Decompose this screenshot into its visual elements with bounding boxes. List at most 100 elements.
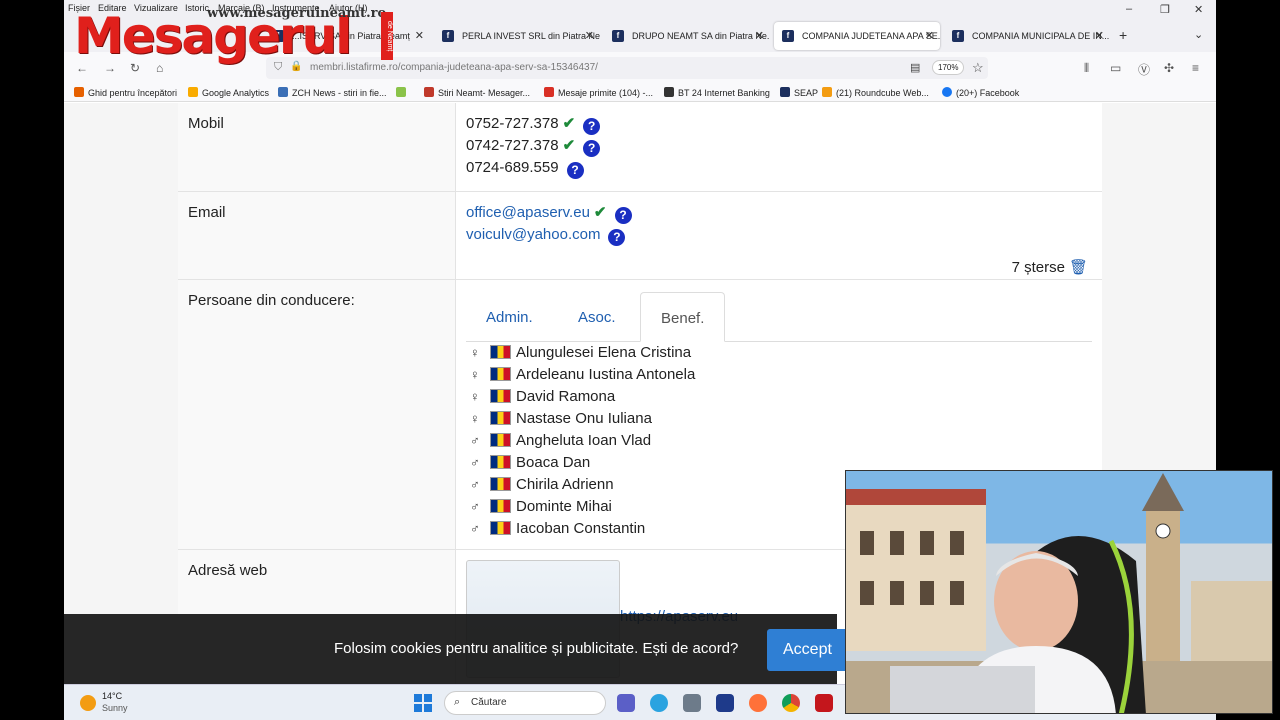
person-name[interactable]: Angheluta Ioan Vlad (516, 432, 651, 449)
bookmark-item[interactable]: Google Analytics (188, 87, 269, 98)
chrome-icon[interactable] (782, 694, 800, 712)
tab-label: COMPANIA MUNICIPALA DE IN... (972, 31, 1110, 41)
cookie-text: Folosim cookies pentru analitice și publ… (334, 640, 739, 657)
site-favicon-icon: f (442, 30, 454, 42)
bookmark-label: Stiri Neamt- Mesager... (438, 88, 531, 98)
romania-flag-icon (490, 345, 511, 359)
url-bar[interactable]: ⛉ 🔒 membri.listafirme.ro/compania-judete… (266, 57, 988, 79)
facebook-icon (942, 87, 952, 97)
hamburger-menu-icon[interactable]: ≡ (1192, 61, 1199, 75)
site-favicon-icon: f (952, 30, 964, 42)
tower-roof (1142, 473, 1184, 511)
help-icon[interactable]: ? (608, 229, 626, 246)
person-name[interactable]: Iacoban Constantin (516, 520, 645, 537)
person-name[interactable]: David Ramona (516, 388, 615, 405)
new-tab-icon[interactable]: + (1119, 27, 1127, 43)
list-item: ♀ Nastase Onu Iuliana (470, 408, 695, 430)
bookmark-item[interactable]: BT 24 Internet Banking (664, 87, 770, 98)
list-item: ♀ Alungulesei Elena Cristina (470, 342, 695, 364)
list-item: ♂ Chirila Adrienn (470, 474, 695, 496)
search-placeholder: Căutare (471, 697, 507, 708)
male-person-icon: ♂ (470, 433, 480, 448)
deleted-emails[interactable]: 7 șterse 🗑 (1012, 258, 1088, 276)
restore-icon[interactable]: ❐ (1160, 3, 1170, 16)
reader-view-icon[interactable]: ▤ (910, 61, 920, 74)
save-app-icon[interactable] (716, 694, 734, 712)
person-name[interactable]: Dominte Mihai (516, 498, 612, 515)
cookie-banner: Folosim cookies pentru analitice și publ… (64, 614, 847, 684)
minimize-icon[interactable]: – (1126, 3, 1132, 15)
phone-number[interactable]: 0724-689.559 (466, 159, 559, 176)
close-window-icon[interactable]: ✕ (1194, 3, 1203, 16)
email-link[interactable]: office@apaserv.eu (466, 204, 590, 221)
bookmark-item[interactable]: (20+) Facebook (942, 87, 1019, 98)
accept-cookies-button[interactable]: Accept (767, 629, 847, 671)
tab-4-active[interactable]: f COMPANIA JUDETEANA APA SE... ✕ (774, 22, 940, 50)
library-icon[interactable]: ⫴ (1084, 61, 1089, 76)
news-icon (278, 87, 288, 97)
mobile-values: 0752-727.378 ✔? 0742-727.378 ✔? 0724-689.5… (456, 103, 1102, 191)
list-item: ♀ Ardeleanu Iustina Antonela (470, 364, 695, 386)
tab-label: PERLA INVEST SRL din Piatra Ne... (462, 31, 600, 41)
help-icon[interactable]: ? (583, 118, 601, 135)
close-tab-icon[interactable]: ✕ (415, 29, 424, 42)
bookmark-item[interactable]: (21) Roundcube Web... (822, 87, 929, 98)
teams-icon[interactable] (617, 694, 635, 712)
tab-asoc[interactable]: Asoc. (558, 292, 636, 342)
person-name[interactable]: Ardeleanu Iustina Antonela (516, 366, 695, 383)
calculator-icon[interactable] (683, 694, 701, 712)
extensions-icon[interactable]: ✣ (1164, 61, 1174, 75)
help-icon[interactable]: ? (566, 162, 584, 179)
tab-admin[interactable]: Admin. (466, 292, 553, 342)
management-tabs: Admin. Asoc. Benef. (466, 292, 1092, 342)
person-name[interactable]: Boaca Dan (516, 454, 590, 471)
bookmark-item[interactable]: Ghid pentru începători (74, 87, 177, 98)
persons-list: ♀ Alungulesei Elena Cristina ♀ Ardeleanu I… (470, 342, 695, 540)
person-name[interactable]: Alungulesei Elena Cristina (516, 344, 691, 361)
tab-benef[interactable]: Benef. (640, 292, 726, 342)
bookmark-item[interactable]: ZCH News - stiri in fie... (278, 87, 387, 98)
romania-flag-icon (490, 411, 511, 425)
romania-flag-icon (490, 433, 511, 447)
bookmark-star-icon[interactable]: ☆ (972, 60, 984, 76)
sun-icon[interactable] (80, 695, 96, 711)
help-icon[interactable]: ? (614, 207, 632, 224)
bookmark-item[interactable] (396, 87, 410, 98)
management-label: Persoane din conducere: (178, 280, 456, 549)
account-icon[interactable]: Ⓥ (1138, 61, 1150, 78)
bookmark-item[interactable]: Stiri Neamt- Mesager... (424, 87, 530, 98)
zoom-level[interactable]: 170% (932, 60, 965, 75)
bookmark-label: Mesaje primite (104) -... (558, 88, 654, 98)
phone-number[interactable]: 0752-727.378 (466, 115, 559, 132)
firefox-taskbar-icon[interactable] (749, 694, 767, 712)
trash-icon[interactable]: 🗑 (1069, 259, 1088, 276)
close-tab-icon[interactable]: ✕ (755, 29, 764, 42)
sidebar-icon[interactable]: ▭ (1110, 61, 1121, 75)
male-person-icon: ♂ (470, 521, 480, 536)
tab-3[interactable]: f DRUPO NEAMT SA din Piatra Ne... ✕ (604, 22, 770, 50)
phone-number[interactable]: 0742-727.378 (466, 137, 559, 154)
tab-5[interactable]: f COMPANIA MUNICIPALA DE IN... ✕ (944, 22, 1110, 50)
taskbar-search[interactable]: ⌕ Căutare (444, 691, 606, 715)
close-tab-icon[interactable]: ✕ (585, 29, 594, 42)
help-icon[interactable]: ? (583, 140, 601, 157)
acrobat-icon[interactable] (815, 694, 833, 712)
tab-list-chevron-icon[interactable]: ⌄ (1194, 28, 1203, 41)
close-tab-icon[interactable]: ✕ (925, 29, 934, 42)
list-item: ♂ Angheluta Ioan Vlad (470, 430, 695, 452)
verified-check-icon: ✔ (593, 204, 607, 221)
tab-label: DRUPO NEAMT SA din Piatra Ne... (632, 31, 770, 41)
email-link[interactable]: voiculv@yahoo.com (466, 226, 600, 243)
person-name[interactable]: Chirila Adrienn (516, 476, 614, 493)
bookmark-item[interactable]: SEAP (780, 87, 818, 98)
tab-2[interactable]: f PERLA INVEST SRL din Piatra Ne... ✕ (434, 22, 600, 50)
bookmark-item[interactable]: Mesaje primite (104) -... (544, 87, 653, 98)
windows-start-icon[interactable] (414, 694, 432, 712)
close-tab-icon[interactable]: ✕ (1095, 29, 1104, 42)
male-person-icon: ♂ (470, 455, 480, 470)
firefox-icon (74, 87, 84, 97)
telegram-icon[interactable] (650, 694, 668, 712)
row-email: Email office@apaserv.eu ✔? voiculv@yahoo.… (178, 191, 1102, 279)
romania-flag-icon (490, 455, 511, 469)
person-name[interactable]: Nastase Onu Iuliana (516, 410, 652, 427)
